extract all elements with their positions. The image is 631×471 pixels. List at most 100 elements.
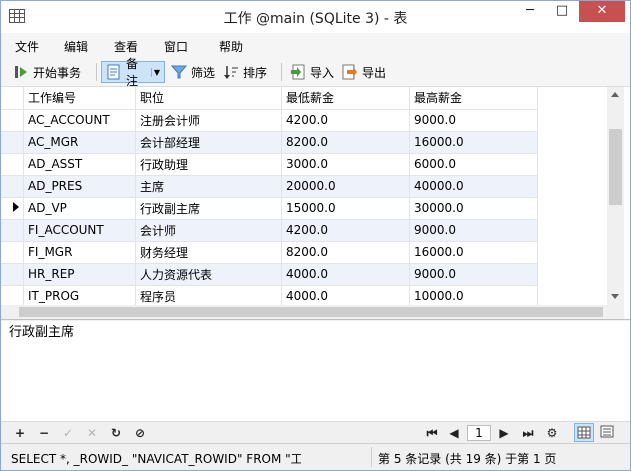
- table-cell[interactable]: FI_ACCOUNT: [23, 219, 136, 242]
- settings-gear-icon[interactable]: ⚙: [543, 424, 561, 442]
- sort-icon: [223, 64, 239, 80]
- minimize-button[interactable]: ─: [515, 1, 545, 22]
- table-cell[interactable]: 会计师: [135, 219, 282, 242]
- menu-edit[interactable]: 编辑: [64, 38, 88, 55]
- menu-help[interactable]: 帮助: [219, 38, 243, 55]
- menu-window[interactable]: 窗口: [164, 38, 188, 55]
- export-button[interactable]: 导出: [338, 61, 390, 83]
- import-button[interactable]: 导入: [286, 61, 338, 83]
- table-cell[interactable]: 9000.0: [409, 263, 538, 286]
- vertical-scroll-thumb[interactable]: [609, 129, 622, 205]
- table-row-selected[interactable]: AD_VP 行政副主席 15000.0 30000.0: [1, 197, 538, 220]
- table-row[interactable]: FI_ACCOUNT 会计师 4200.0 9000.0: [1, 219, 538, 242]
- scroll-up-icon[interactable]: [611, 92, 619, 97]
- horizontal-scroll-thumb[interactable]: [19, 307, 603, 317]
- horizontal-scrollbar[interactable]: [1, 305, 624, 319]
- stop-button[interactable]: ⊘: [131, 424, 149, 442]
- table-cell[interactable]: 15000.0: [281, 197, 410, 220]
- table-cell[interactable]: 6000.0: [409, 153, 538, 176]
- table-cell[interactable]: 注册会计师: [135, 109, 282, 132]
- table-cell[interactable]: 3000.0: [281, 153, 410, 176]
- memo-panel[interactable]: 行政副主席: [1, 321, 630, 421]
- table-row[interactable]: AC_MGR 会计部经理 8200.0 16000.0: [1, 131, 538, 154]
- table-cell[interactable]: 行政助理: [135, 153, 282, 176]
- table-cell[interactable]: 4200.0: [281, 219, 410, 242]
- begin-transaction-button[interactable]: 开始事务: [9, 61, 85, 83]
- column-header[interactable]: 最高薪金: [409, 87, 538, 110]
- row-indicator: [1, 131, 24, 154]
- table-row[interactable]: AD_ASST 行政助理 3000.0 6000.0: [1, 153, 538, 176]
- table-cell[interactable]: 16000.0: [409, 241, 538, 264]
- table-cell[interactable]: AC_MGR: [23, 131, 136, 154]
- close-button[interactable]: ✕: [579, 1, 625, 22]
- apply-changes-button[interactable]: ✓: [59, 424, 77, 442]
- page-number-input[interactable]: 1: [467, 425, 491, 441]
- status-bar: SELECT *, _ROWID_ "NAVICAT_ROWID" FROM "…: [1, 443, 630, 470]
- table-cell[interactable]: 16000.0: [409, 131, 538, 154]
- vertical-scrollbar[interactable]: [607, 87, 624, 305]
- header-row: 工作编号 职位 最低薪金 最高薪金: [1, 87, 538, 110]
- import-label: 导入: [310, 65, 335, 80]
- table-cell[interactable]: FI_MGR: [23, 241, 136, 264]
- table-cell[interactable]: 8200.0: [281, 241, 410, 264]
- column-header[interactable]: 工作编号: [23, 87, 136, 110]
- table-cell[interactable]: 8200.0: [281, 131, 410, 154]
- next-page-button[interactable]: ▶: [495, 424, 513, 442]
- filter-button[interactable]: 筛选: [167, 61, 219, 83]
- table-row[interactable]: AD_PRES 主席 20000.0 40000.0: [1, 175, 538, 198]
- table-row[interactable]: FI_MGR 财务经理 8200.0 16000.0: [1, 241, 538, 264]
- row-indicator: [1, 241, 24, 264]
- table-cell[interactable]: 10000.0: [409, 285, 538, 308]
- grid-view-button[interactable]: [574, 423, 594, 442]
- table-cell[interactable]: AC_ACCOUNT: [23, 109, 136, 132]
- table-cell[interactable]: 主席: [135, 175, 282, 198]
- memo-label: 备注: [126, 57, 139, 88]
- first-page-button[interactable]: ⏮: [423, 424, 441, 442]
- table-cell[interactable]: 人力资源代表: [135, 263, 282, 286]
- table-cell[interactable]: 40000.0: [409, 175, 538, 198]
- form-view-icon: [600, 425, 614, 438]
- table-cell[interactable]: 程序员: [135, 285, 282, 308]
- column-header[interactable]: 职位: [135, 87, 282, 110]
- last-page-button[interactable]: ⏭: [519, 424, 537, 442]
- table-cell[interactable]: 9000.0: [409, 109, 538, 132]
- memo-button[interactable]: 备注 ▼: [101, 57, 165, 88]
- table-cell[interactable]: 20000.0: [281, 175, 410, 198]
- table-cell[interactable]: 9000.0: [409, 219, 538, 242]
- app-window: 工作 @main (SQLite 3) - 表 ─ □ ✕ 文件 编辑 查看 窗…: [0, 0, 631, 471]
- form-view-button[interactable]: [598, 423, 618, 442]
- scroll-down-icon[interactable]: [611, 294, 619, 299]
- prev-page-button[interactable]: ◀: [445, 424, 463, 442]
- refresh-button[interactable]: ↻: [107, 424, 125, 442]
- sort-label: 排序: [243, 65, 268, 80]
- memo-text[interactable]: 行政副主席: [9, 325, 74, 340]
- table-cell[interactable]: IT_PROG: [23, 285, 136, 308]
- row-indicator: [1, 219, 24, 242]
- table-cell[interactable]: AD_PRES: [23, 175, 136, 198]
- menu-view[interactable]: 查看: [114, 38, 138, 55]
- table-cell[interactable]: 30000.0: [409, 197, 538, 220]
- table-cell[interactable]: AD_ASST: [23, 153, 136, 176]
- sort-button[interactable]: 排序: [219, 61, 271, 83]
- column-header[interactable]: 最低薪金: [281, 87, 410, 110]
- table-cell[interactable]: 会计部经理: [135, 131, 282, 154]
- discard-changes-button[interactable]: ✕: [83, 424, 101, 442]
- table-cell[interactable]: 行政副主席: [135, 197, 282, 220]
- delete-record-button[interactable]: −: [35, 424, 53, 442]
- maximize-button[interactable]: □: [547, 1, 577, 22]
- menu-file[interactable]: 文件: [15, 38, 39, 55]
- memo-dropdown-icon[interactable]: ▼: [150, 67, 160, 77]
- table-cell[interactable]: 4000.0: [281, 285, 410, 308]
- table-row[interactable]: HR_REP 人力资源代表 4000.0 9000.0: [1, 263, 538, 286]
- table-row[interactable]: IT_PROG 程序员 4000.0 10000.0: [1, 285, 538, 308]
- table-cell[interactable]: 财务经理: [135, 241, 282, 264]
- table-row[interactable]: AC_ACCOUNT 注册会计师 4200.0 9000.0: [1, 109, 538, 132]
- status-divider: [371, 447, 372, 467]
- add-record-button[interactable]: +: [11, 424, 29, 442]
- table-cell[interactable]: HR_REP: [23, 263, 136, 286]
- begin-transaction-label: 开始事务: [33, 65, 82, 80]
- toolbar: 开始事务 备注 ▼ 筛选 排序 导入 导出: [1, 57, 630, 88]
- table-cell[interactable]: AD_VP: [23, 197, 136, 220]
- table-cell[interactable]: 4000.0: [281, 263, 410, 286]
- table-cell[interactable]: 4200.0: [281, 109, 410, 132]
